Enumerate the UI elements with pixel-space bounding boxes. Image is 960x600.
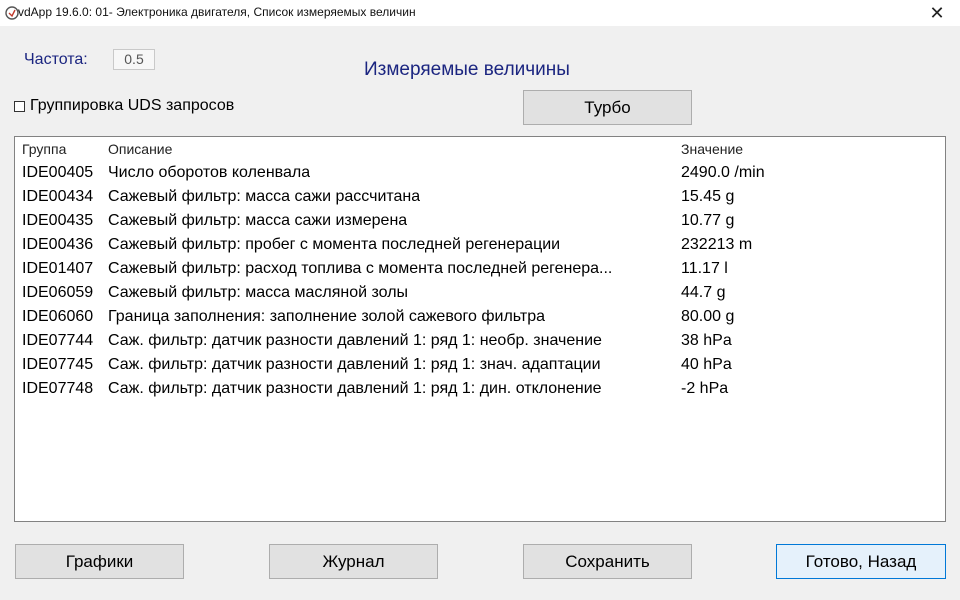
row-description: Саж. фильтр: датчик разности давлений 1:… [108, 380, 602, 397]
page-title: Измеряемые величины [364, 59, 570, 80]
close-icon: ✕ [929, 2, 945, 23]
row-value: 15.45 g [681, 188, 735, 205]
measurements-list[interactable]: Группа Описание Значение IDE00405 Число … [14, 136, 946, 522]
row-value: -2 hPa [681, 380, 729, 397]
journal-button[interactable]: Журнал [269, 544, 438, 579]
frequency-field[interactable]: 0.5 [113, 49, 155, 70]
row-group: IDE07748 [22, 380, 94, 397]
row-description: Сажевый фильтр: масса масляной золы [108, 284, 409, 301]
row-value: 11.17 l [681, 260, 728, 277]
header-value[interactable]: Значение [681, 141, 743, 157]
row-value: 2490.0 /min [681, 164, 765, 181]
row-value: 40 hPa [681, 356, 732, 373]
row-description: Число оборотов коленвала [108, 164, 311, 181]
list-header: Группа Описание Значение [15, 137, 945, 161]
row-group: IDE00405 [22, 164, 94, 181]
table-row[interactable]: IDE06060 Граница заполнения: заполнение … [15, 305, 945, 329]
uds-grouping-checkbox[interactable]: Группировка UDS запросов [14, 97, 234, 115]
row-group: IDE00435 [22, 212, 94, 229]
row-group: IDE06059 [22, 284, 94, 301]
title-bar: vdApp 19.6.0: 01- Электроника двигателя,… [0, 0, 960, 26]
window-title: vdApp 19.6.0: 01- Электроника двигателя,… [18, 5, 416, 19]
row-description: Саж. фильтр: датчик разности давлений 1:… [108, 332, 602, 349]
row-group: IDE07745 [22, 356, 94, 373]
row-value: 44.7 g [681, 284, 726, 301]
frequency-label: Частота: [24, 51, 88, 68]
row-value: 10.77 g [681, 212, 735, 229]
table-row[interactable]: IDE00405 Число оборотов коленвала 2490.0… [15, 161, 945, 185]
row-group: IDE07744 [22, 332, 94, 349]
table-row[interactable]: IDE06059 Сажевый фильтр: масса масляной … [15, 281, 945, 305]
graphs-button[interactable]: Графики [15, 544, 184, 579]
row-group: IDE06060 [22, 308, 94, 325]
table-row[interactable]: IDE07744 Саж. фильтр: датчик разности да… [15, 329, 945, 353]
close-button[interactable]: ✕ [914, 0, 960, 26]
row-group: IDE00434 [22, 188, 94, 205]
header-group[interactable]: Группа [22, 141, 66, 157]
row-group: IDE00436 [22, 236, 94, 253]
table-row[interactable]: IDE00436 Сажевый фильтр: пробег с момент… [15, 233, 945, 257]
row-description: Граница заполнения: заполнение золой саж… [108, 308, 546, 325]
turbo-button[interactable]: Турбо [523, 90, 692, 125]
done-back-button[interactable]: Готово, Назад [776, 544, 946, 579]
table-row[interactable]: IDE07745 Саж. фильтр: датчик разности да… [15, 353, 945, 377]
row-value: 38 hPa [681, 332, 732, 349]
row-group: IDE01407 [22, 260, 94, 277]
table-row[interactable]: IDE00434 Сажевый фильтр: масса сажи расс… [15, 185, 945, 209]
row-description: Сажевый фильтр: пробег с момента последн… [108, 236, 561, 253]
row-description: Сажевый фильтр: масса сажи измерена [108, 212, 408, 229]
table-row[interactable]: IDE01407 Сажевый фильтр: расход топлива … [15, 257, 945, 281]
row-value: 232213 m [681, 236, 753, 253]
header-description[interactable]: Описание [108, 141, 172, 157]
uds-grouping-label: Группировка UDS запросов [30, 97, 235, 114]
row-value: 80.00 g [681, 308, 735, 325]
save-button[interactable]: Сохранить [523, 544, 692, 579]
table-row[interactable]: IDE00435 Сажевый фильтр: масса сажи изме… [15, 209, 945, 233]
row-description: Сажевый фильтр: масса сажи рассчитана [108, 188, 421, 205]
checkbox-icon[interactable] [14, 100, 25, 112]
row-description: Саж. фильтр: датчик разности давлений 1:… [108, 356, 601, 373]
table-row[interactable]: IDE07748 Саж. фильтр: датчик разности да… [15, 377, 945, 401]
row-description: Сажевый фильтр: расход топлива с момента… [108, 260, 613, 277]
